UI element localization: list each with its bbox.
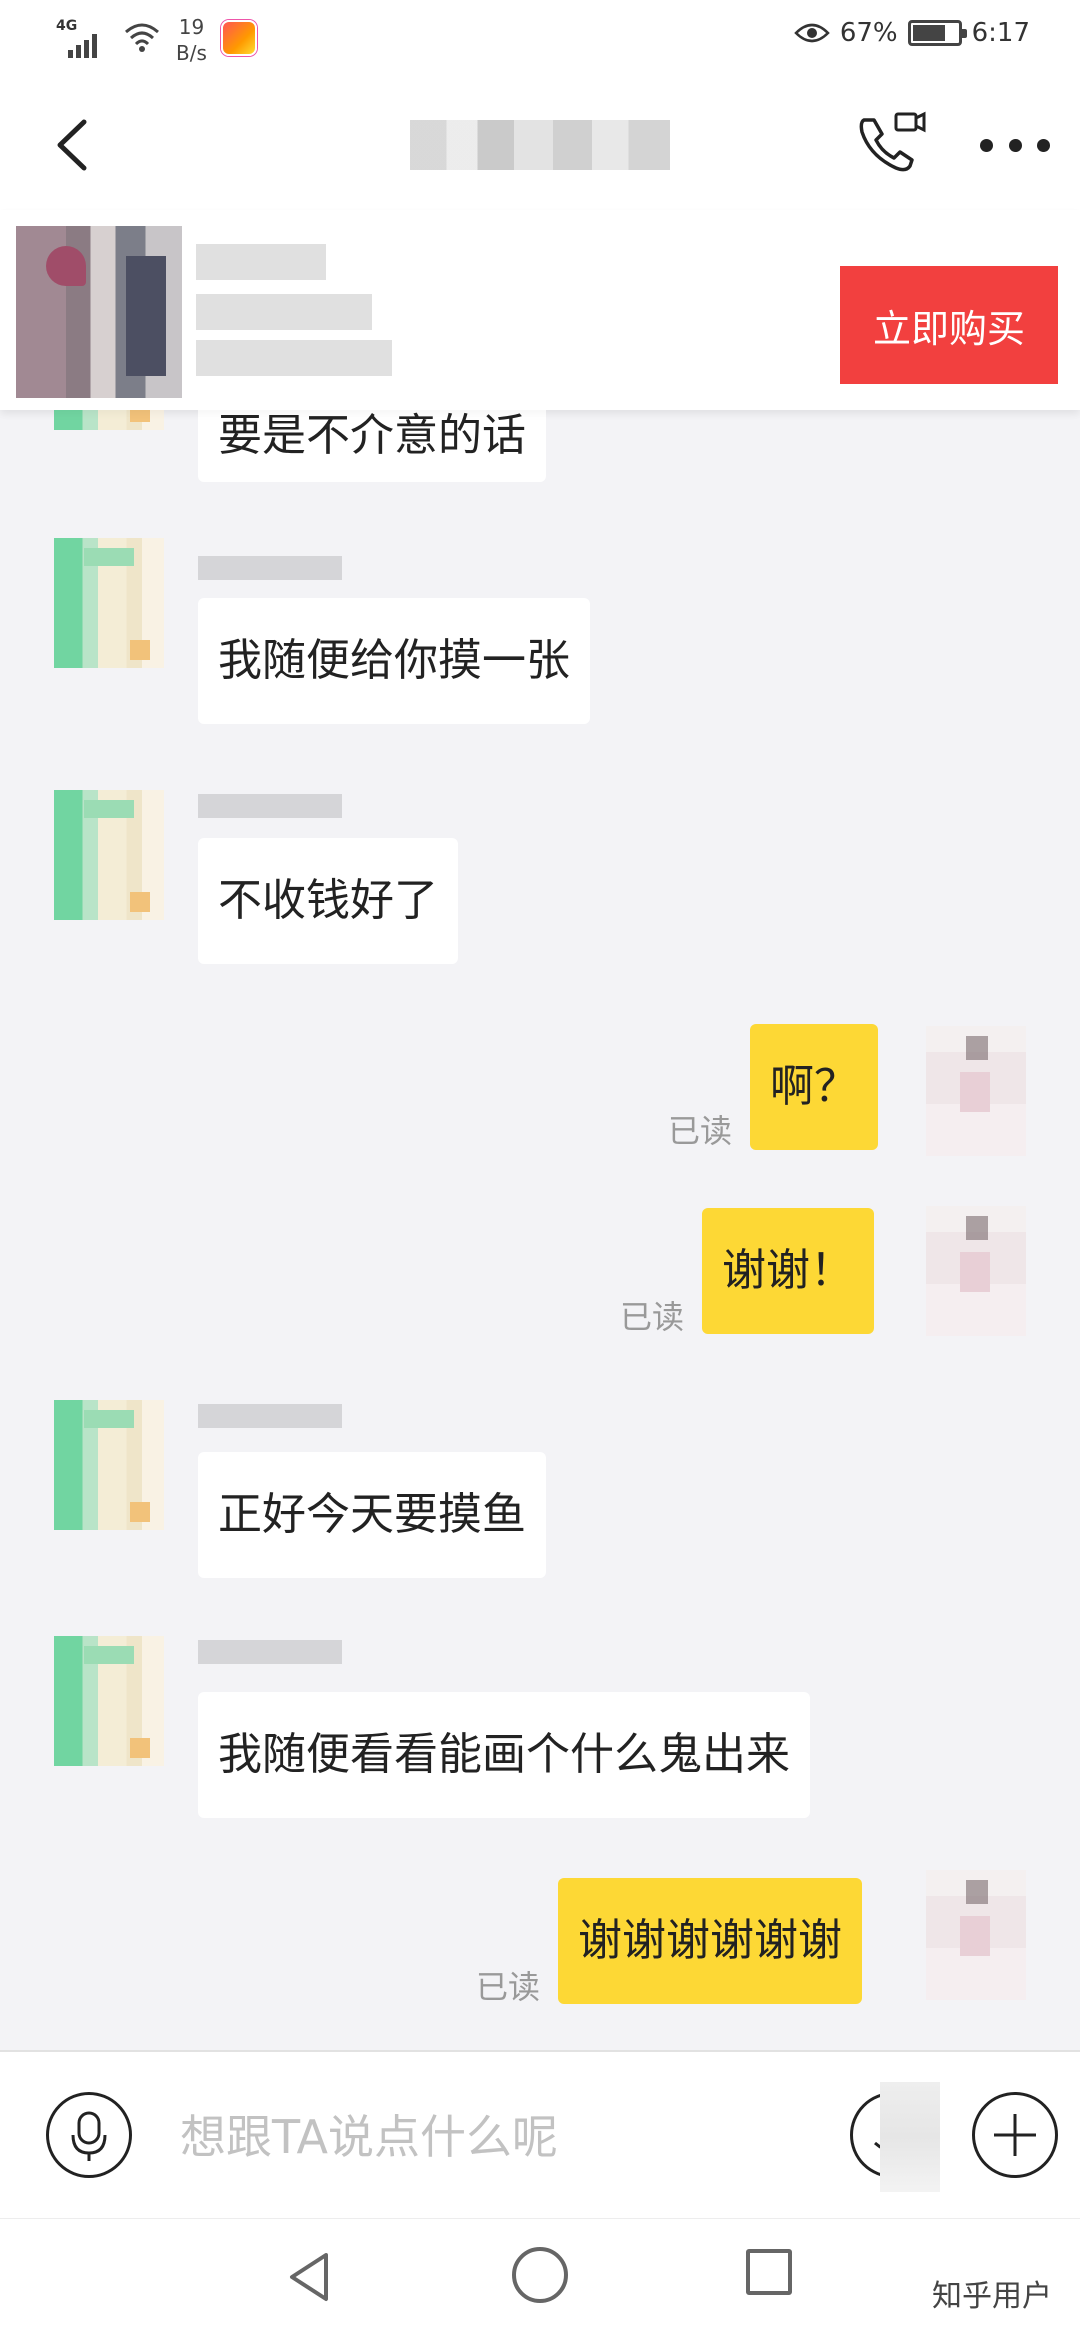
contact-name-blurred — [410, 120, 670, 170]
system-home-button[interactable] — [512, 2247, 568, 2303]
sender-name-blurred — [198, 1404, 342, 1428]
my-avatar[interactable] — [926, 1870, 1026, 2000]
message-bubble-incoming[interactable]: 我随便看看能画个什么鬼出来 — [198, 1692, 810, 1818]
sender-name-blurred — [198, 1640, 342, 1664]
back-button[interactable] — [40, 110, 110, 180]
read-status: 已读 — [668, 1112, 733, 1150]
battery-icon — [907, 20, 967, 46]
my-avatar[interactable] — [926, 1206, 1026, 1336]
network-speed: 19 B/s — [176, 15, 207, 65]
sender-name-blurred — [198, 556, 342, 580]
message-bubble-outgoing[interactable]: 啊？ — [750, 1024, 878, 1150]
product-card-overlay: 立即购买 — [0, 210, 1080, 410]
clock: 6:17 — [971, 18, 1030, 48]
message-bubble-outgoing[interactable]: 谢谢！ — [702, 1208, 874, 1334]
blurred-overlay — [880, 2082, 940, 2192]
dot-icon — [1008, 138, 1022, 152]
network-type: 4G — [56, 18, 78, 34]
message-bubble-outgoing[interactable]: 谢谢谢谢谢谢 — [558, 1878, 862, 2004]
product-price-blurred — [196, 340, 392, 376]
status-bar: 4G 19 B/s 67% 6:17 — [0, 0, 1080, 80]
product-title-blurred — [196, 244, 326, 280]
message-composer — [0, 2050, 1080, 2218]
contact-avatar[interactable] — [54, 1636, 164, 1766]
eye-comfort-icon — [794, 21, 830, 45]
read-status: 已读 — [476, 1968, 541, 2006]
chat-header — [0, 80, 1080, 210]
phone-video-icon — [859, 111, 926, 172]
contact-avatar[interactable] — [54, 790, 164, 920]
voice-input-button[interactable] — [46, 2092, 132, 2178]
read-status: 已读 — [620, 1298, 685, 1336]
my-avatar[interactable] — [926, 1026, 1026, 1156]
system-recents-button[interactable] — [746, 2249, 792, 2295]
battery-percent: 67% — [839, 18, 898, 48]
more-options-button[interactable] — [980, 120, 1050, 170]
dot-icon — [1037, 138, 1050, 152]
microphone-icon — [71, 2111, 107, 2161]
contact-avatar[interactable] — [54, 1400, 164, 1530]
wifi-icon — [122, 16, 162, 56]
system-navigation-bar: 知乎用户 — [0, 2218, 1080, 2340]
app-notification-icon — [220, 20, 257, 56]
message-bubble-incoming[interactable]: 不收钱好了 — [198, 838, 458, 964]
system-back-button[interactable] — [282, 2247, 342, 2307]
triangle-back-icon — [290, 2253, 328, 2301]
message-input[interactable] — [180, 2102, 800, 2172]
watermark: 知乎用户 — [932, 2279, 1052, 2314]
product-thumbnail[interactable] — [16, 226, 182, 398]
contact-avatar[interactable] — [54, 538, 164, 668]
more-actions-button[interactable] — [972, 2092, 1058, 2178]
sender-name-blurred — [198, 794, 342, 818]
buy-now-button[interactable]: 立即购买 — [840, 266, 1058, 384]
dot-icon — [980, 138, 993, 152]
call-button[interactable] — [852, 106, 928, 182]
message-bubble-incoming[interactable]: 正好今天要摸鱼 — [198, 1452, 546, 1578]
chevron-left-icon — [57, 119, 87, 171]
cellular-signal-icon: 4G — [56, 14, 108, 58]
product-subtitle-blurred — [196, 294, 372, 330]
message-bubble-incoming[interactable]: 我随便给你摸一张 — [198, 598, 590, 724]
